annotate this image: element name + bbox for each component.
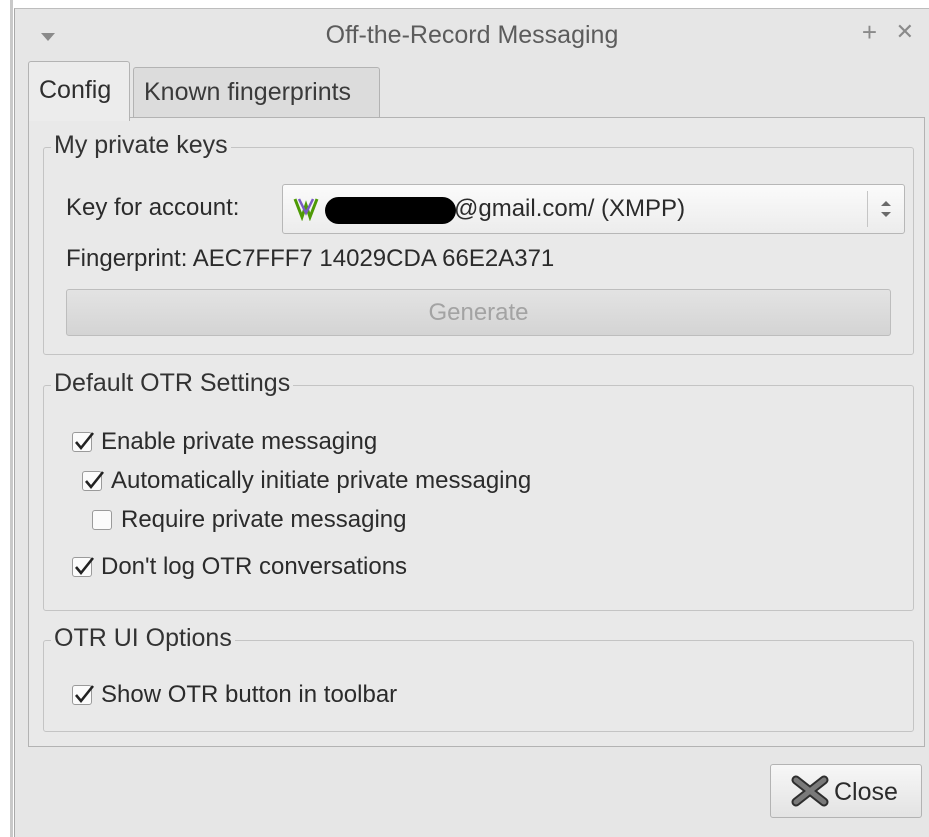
close-icon[interactable]: ✕ <box>896 20 914 44</box>
show-otr-button-checkbox[interactable] <box>72 685 95 705</box>
enable-private-messaging-label: Enable private messaging <box>101 428 378 455</box>
private-keys-group-label: My private keys <box>51 131 231 160</box>
auto-initiate-option[interactable]: Automatically initiate private messaging <box>82 467 531 495</box>
title-bar[interactable]: Off-the-Record Messaging + ✕ <box>15 9 929 59</box>
config-panel: My private keys Key for account: @gmail.… <box>28 117 925 747</box>
plus-icon[interactable]: + <box>862 19 877 45</box>
tab-known-fingerprints[interactable]: Known fingerprints <box>133 67 380 118</box>
select-arrows-icon[interactable] <box>867 191 904 227</box>
require-private-messaging-option[interactable]: Require private messaging <box>92 506 406 534</box>
redacted-username <box>325 197 456 224</box>
enable-private-messaging-checkbox[interactable] <box>72 432 95 452</box>
otr-ui-options-group: OTR UI Options Show OTR button in toolba… <box>43 624 914 732</box>
window-title: Off-the-Record Messaging <box>325 21 619 49</box>
close-button-label: Close <box>834 778 898 806</box>
generate-button[interactable]: Generate <box>66 289 891 336</box>
close-x-icon <box>791 775 829 812</box>
auto-initiate-label: Automatically initiate private messaging <box>111 467 532 494</box>
otr-dialog: Off-the-Record Messaging + ✕ Config Know… <box>14 8 929 837</box>
vacuum-xmpp-icon <box>293 195 319 226</box>
enable-private-messaging-option[interactable]: Enable private messaging <box>72 428 377 456</box>
dont-log-otr-label: Don't log OTR conversations <box>101 553 408 580</box>
auto-initiate-checkbox[interactable] <box>82 471 105 491</box>
require-private-messaging-label: Require private messaging <box>121 506 407 533</box>
tab-config[interactable]: Config <box>28 61 130 121</box>
private-keys-group: My private keys Key for account: @gmail.… <box>43 131 914 355</box>
default-settings-group-label: Default OTR Settings <box>51 369 294 398</box>
ui-options-group-label: OTR UI Options <box>51 624 235 653</box>
background-window-edge <box>0 0 14 837</box>
show-otr-button-label: Show OTR button in toolbar <box>101 681 398 708</box>
require-private-messaging-checkbox[interactable] <box>92 510 112 530</box>
account-select[interactable]: @gmail.com/ (XMPP) <box>282 184 905 234</box>
dont-log-otr-checkbox[interactable] <box>72 557 95 577</box>
dont-log-otr-option[interactable]: Don't log OTR conversations <box>72 553 407 581</box>
default-otr-settings-group: Default OTR Settings Enable private mess… <box>43 369 914 611</box>
key-for-account-label: Key for account: <box>66 194 240 221</box>
account-select-value: @gmail.com/ (XMPP) <box>454 195 686 222</box>
fingerprint-text: Fingerprint: AEC7FFF7 14029CDA 66E2A371 <box>66 245 555 272</box>
close-button[interactable]: Close <box>770 764 922 818</box>
show-otr-button-option[interactable]: Show OTR button in toolbar <box>72 681 397 709</box>
